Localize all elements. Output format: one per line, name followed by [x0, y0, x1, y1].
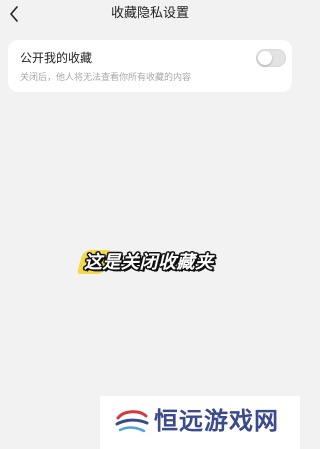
- caption-text: 这是关闭收藏夹: [84, 252, 214, 273]
- public-favorites-toggle[interactable]: [256, 49, 286, 67]
- public-favorites-description: 关闭后，他人将无法查看你所有收藏的内容: [20, 73, 192, 83]
- page-title: 收藏隐私设置: [110, 6, 189, 21]
- watermark-logo-icon: [115, 410, 149, 433]
- watermark: 恒远游戏网: [100, 396, 300, 449]
- toggle-knob: [258, 51, 272, 65]
- privacy-setting-card: 公开我的收藏 关闭后，他人将无法查看你所有收藏的内容: [8, 40, 292, 92]
- top-bar: 收藏隐私设置: [0, 0, 300, 30]
- caption-overlay: 这是关闭收藏夹: [77, 246, 228, 276]
- public-favorites-label: 公开我的收藏: [20, 51, 93, 65]
- watermark-text: 恒远游戏网: [154, 406, 279, 435]
